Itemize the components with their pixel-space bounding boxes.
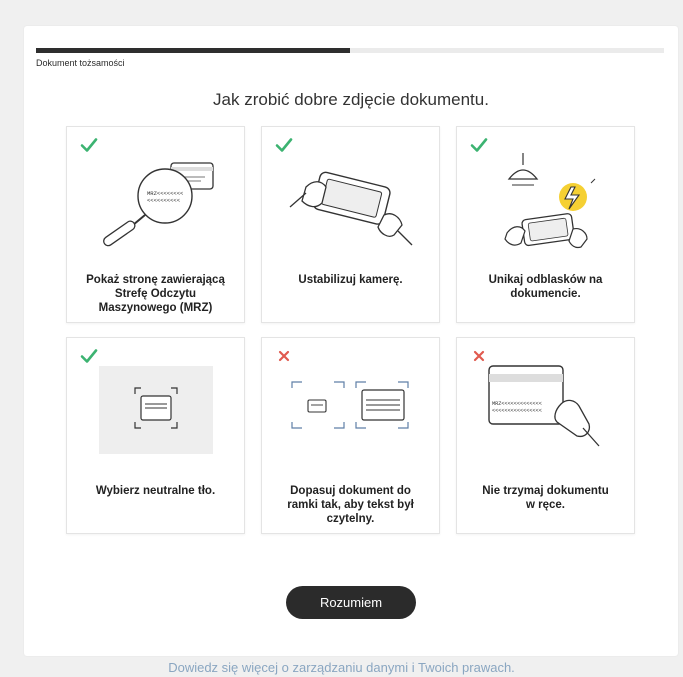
tip-tile-no-hand: MRZ<<<<<<<<<<<<< <<<<<<<<<<<<<<<< Nie tr… — [456, 337, 635, 534]
neutral-background-illustration — [99, 366, 213, 454]
tip-caption: Wybierz neutralne tło. — [95, 485, 216, 497]
tip-caption: Unikaj odblasków na dokumencie. — [488, 274, 603, 300]
page-title: Jak zrobić dobre zdjęcie dokumentu. — [213, 90, 489, 109]
tip-caption: Dopasuj dokument do ramki tak, aby tekst… — [287, 485, 414, 525]
tip-caption: Pokaż stronę zawierającą Strefę Odczytu … — [86, 274, 225, 314]
hands-phone-illustration — [289, 171, 413, 246]
tip-tile-stabilize: Ustabilizuj kamerę. — [261, 126, 440, 323]
tip-tile-glare: Unikaj odblasków na dokumencie. — [456, 126, 635, 323]
frame-fit-illustration — [291, 381, 409, 429]
tip-tile-mrz: MRZ<<<<<<<< <<<<<<<<<< Pokaż stronę zawi… — [66, 126, 245, 323]
progress-fill — [36, 48, 350, 53]
step-label: Dokument tożsamości — [36, 58, 125, 68]
understand-button[interactable]: Rozumiem — [286, 586, 416, 619]
mrz-text-2: <<<<<<<<<< — [147, 197, 180, 204]
tip-tile-fit-frame: Dopasuj dokument do ramki tak, aby tekst… — [261, 337, 440, 534]
tip-caption: Ustabilizuj kamerę. — [298, 274, 403, 286]
tip-caption: Nie trzymaj dokumentu w ręce. — [482, 485, 609, 511]
mrz-text-1: MRZ<<<<<<<< — [147, 190, 183, 197]
progress-bar — [36, 48, 664, 53]
lamp-glare-illustration — [504, 153, 596, 249]
tip-tile-background: Wybierz neutralne tło. — [66, 337, 245, 534]
mrz-text-2: <<<<<<<<<<<<<<<< — [492, 408, 542, 414]
main-card: Dokument tożsamości Jak zrobić dobre zdj… — [24, 26, 678, 656]
hand-holding-card-illustration: MRZ<<<<<<<<<<<<< <<<<<<<<<<<<<<<< — [488, 365, 600, 447]
data-rights-link[interactable]: Dowiedz się więcej o zarządzaniu danymi … — [0, 660, 683, 675]
mrz-text-1: MRZ<<<<<<<<<<<<< — [492, 401, 542, 407]
magnifier-mrz-illustration: MRZ<<<<<<<< <<<<<<<<<< — [103, 162, 214, 247]
